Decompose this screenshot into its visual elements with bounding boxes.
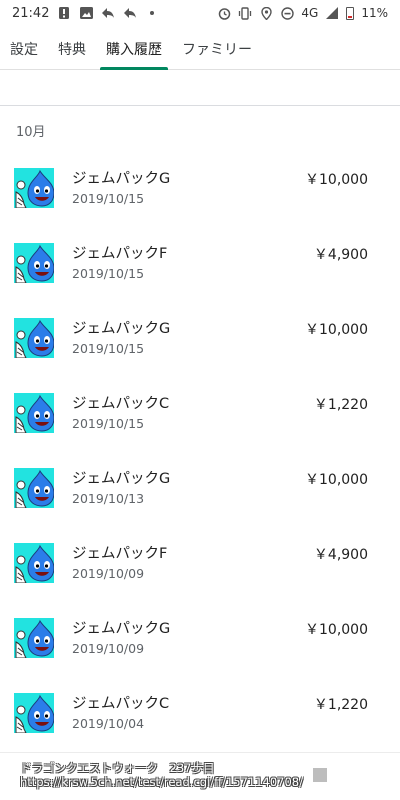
item-price: ￥1,220 [313,397,368,413]
item-price: ￥10,000 [305,322,368,338]
purchase-date: 2019/10/15 [72,341,145,356]
bottom-area: ドラゴンクエストウォーク 237歩目 https://krsw.5ch.net/… [0,752,400,800]
purchase-row[interactable]: ジェムパックG 2019/10/09 ￥10,000 [0,600,400,675]
purchase-row[interactable]: ジェムパックC 2019/10/04 ￥1,220 [0,675,400,750]
tab-rewards[interactable]: 特典 [48,28,96,69]
battery-level: 11% [361,6,388,20]
purchase-row[interactable]: ジェムパックC 2019/10/15 ￥1,220 [0,375,400,450]
app-icon [14,543,54,583]
purchase-date: 2019/10/13 [72,491,145,506]
app-icon [14,243,54,283]
item-price: ￥4,900 [313,547,368,563]
reply-icon [101,6,115,20]
app-icon [14,393,54,433]
alert-icon [57,6,71,20]
dot-icon [145,6,159,20]
purchase-date: 2019/10/09 [72,566,145,581]
location-icon [259,6,273,20]
alarm-icon [217,6,231,20]
clock: 21:42 [12,5,50,21]
recent-apps-button[interactable] [313,768,327,782]
item-price: ￥1,220 [313,697,368,713]
item-price: ￥4,900 [313,247,368,263]
tab-purchase-history[interactable]: 購入履歴 [96,28,172,70]
item-price: ￥10,000 [305,172,368,188]
watermark-title: ドラゴンクエストウォーク 237歩目 [20,761,215,775]
purchase-row[interactable]: ジェムパックG 2019/10/13 ￥10,000 [0,450,400,525]
network-type: 4G [301,6,319,20]
item-name: ジェムパックF [72,546,168,562]
item-name: ジェムパックG [72,321,171,337]
app-icon [14,693,54,733]
tab-family[interactable]: ファミリー [172,28,262,69]
status-bar: 21:42 4G 11% [0,0,400,26]
purchase-row[interactable]: ジェムパックF 2019/10/15 ￥4,900 [0,225,400,300]
purchase-row[interactable]: ジェムパックG 2019/10/15 ￥10,000 [0,150,400,225]
purchase-date: 2019/10/04 [72,716,145,731]
watermark-url: https://krsw.5ch.net/test/read.cgi/ff/15… [20,775,303,789]
item-name: ジェムパックG [72,171,171,187]
purchase-date: 2019/10/15 [72,416,145,431]
purchase-date: 2019/10/15 [72,191,145,206]
item-name: ジェムパックG [72,621,171,637]
reply-icon-2 [123,6,137,20]
vibrate-icon [238,6,252,20]
app-icon [14,618,54,658]
do-not-disturb-icon [280,6,294,20]
summary-band [0,70,400,106]
watermark-text: ドラゴンクエストウォーク 237歩目 https://krsw.5ch.net/… [20,761,303,789]
item-name: ジェムパックC [72,696,170,712]
image-icon [79,6,93,20]
app-icon [14,318,54,358]
item-price: ￥10,000 [305,622,368,638]
item-price: ￥10,000 [305,472,368,488]
purchase-date: 2019/10/15 [72,266,145,281]
item-name: ジェムパックG [72,471,171,487]
purchase-row[interactable]: ジェムパックF 2019/10/09 ￥4,900 [0,525,400,600]
tab-settings[interactable]: 設定 [0,28,48,69]
purchase-date: 2019/10/09 [72,641,145,656]
tab-bar: 設定 特典 購入履歴 ファミリー [0,28,400,70]
app-icon [14,468,54,508]
battery-icon [346,6,355,20]
purchase-list: ジェムパックG 2019/10/15 ￥10,000 ジェムパックF 2019/… [0,150,400,750]
month-header: 10月 [16,125,46,140]
item-name: ジェムパックF [72,246,168,262]
signal-icon [325,6,339,20]
purchase-row[interactable]: ジェムパックG 2019/10/15 ￥10,000 [0,300,400,375]
item-name: ジェムパックC [72,396,170,412]
app-icon [14,168,54,208]
